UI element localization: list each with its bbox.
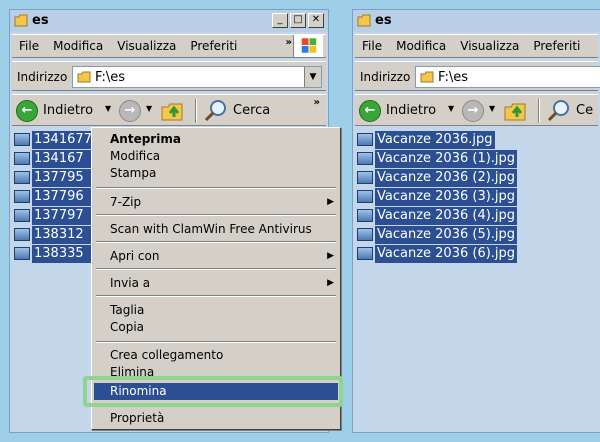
image-file-icon <box>357 228 373 241</box>
folder-up-icon[interactable] <box>503 100 527 122</box>
image-file-icon <box>357 171 373 184</box>
forward-arrow-icon[interactable]: → <box>119 100 141 122</box>
search-button-label[interactable]: Ce <box>576 103 593 118</box>
address-label: Indirizzo <box>360 70 411 84</box>
image-file-icon <box>14 228 30 241</box>
menu-item-send-to[interactable]: Invia a ▶ <box>94 275 338 292</box>
menu-item-edit[interactable]: Modifica <box>94 148 338 165</box>
image-file-icon <box>357 247 373 260</box>
image-file-icon <box>14 247 30 260</box>
menu-item-7zip[interactable]: 7-Zip ▶ <box>94 194 338 211</box>
address-label: Indirizzo <box>17 70 68 84</box>
address-value: F:\es <box>95 70 125 85</box>
forward-arrow-icon[interactable]: → <box>462 100 484 122</box>
image-file-icon <box>14 133 30 146</box>
folder-up-icon[interactable] <box>160 100 184 122</box>
submenu-arrow-icon: ▶ <box>327 278 334 288</box>
menu-item-create-shortcut[interactable]: Crea collegamento <box>94 347 338 364</box>
back-button-label[interactable]: Indietro <box>386 103 436 118</box>
address-dropdown-button[interactable]: ▼ <box>304 67 321 87</box>
address-bar: Indirizzo F:\es ▼ <box>12 61 326 91</box>
menu-separator <box>96 295 336 297</box>
file-list: Vacanze 2036.jpg Vacanze 2036 (1).jpg Va… <box>355 127 598 432</box>
toolbar-separator <box>195 99 197 123</box>
title-bar[interactable]: es _ □ ✕ <box>10 10 328 32</box>
forward-history-chevron-icon[interactable]: ▼ <box>146 104 152 113</box>
menu-preferiti[interactable]: Preferiti <box>526 39 587 53</box>
forward-history-chevron-icon[interactable]: ▼ <box>489 104 495 113</box>
submenu-arrow-icon: ▶ <box>327 197 334 207</box>
maximize-button[interactable]: □ <box>290 13 306 28</box>
folder-icon <box>357 14 371 27</box>
windows-logo-icon <box>293 35 323 57</box>
image-file-icon <box>357 209 373 222</box>
menu-overflow-chevron[interactable]: » <box>286 37 292 48</box>
menu-separator <box>96 187 336 189</box>
close-button[interactable]: ✕ <box>308 13 324 28</box>
menu-item-clamwin-scan[interactable]: Scan with ClamWin Free Antivirus <box>94 221 338 238</box>
folder-icon <box>420 71 434 83</box>
menu-item-preview[interactable]: Anteprima <box>94 131 338 148</box>
search-icon[interactable] <box>204 99 228 123</box>
address-value: F:\es <box>438 70 468 85</box>
toolbar: ← Indietro ▼ → ▼ Cerca » <box>12 94 326 126</box>
menu-separator <box>96 268 336 270</box>
list-item[interactable]: Vacanze 2036 (6).jpg <box>357 244 518 263</box>
window-title: es <box>32 13 49 28</box>
toolbar: ← Indietro ▼ → ▼ Ce <box>355 94 598 126</box>
list-item[interactable]: Vacanze 2036 (4).jpg <box>357 206 518 225</box>
list-item[interactable]: Vacanze 2036 (3).jpg <box>357 187 518 206</box>
folder-icon <box>77 71 91 83</box>
menu-item-copy[interactable]: Copia <box>94 319 338 336</box>
list-item[interactable]: Vacanze 2036 (5).jpg <box>357 225 518 244</box>
submenu-arrow-icon: ▶ <box>327 251 334 261</box>
toolbar-overflow-chevron[interactable]: » <box>314 97 320 108</box>
folder-icon <box>14 14 28 27</box>
menu-item-print[interactable]: Stampa <box>94 165 338 182</box>
menu-visualizza[interactable]: Visualizza <box>453 39 526 53</box>
title-bar[interactable]: es <box>353 10 600 32</box>
back-button-label[interactable]: Indietro <box>43 103 93 118</box>
back-arrow-icon[interactable]: ← <box>359 100 381 122</box>
menu-bar: File Modifica Visualizza Preferiti » <box>12 34 326 58</box>
image-file-icon <box>14 171 30 184</box>
back-history-chevron-icon[interactable]: ▼ <box>105 104 111 113</box>
explorer-window-right: es File Modifica Visualizza Preferiti In… <box>352 9 600 433</box>
search-button-label[interactable]: Cerca <box>233 103 270 118</box>
menu-modifica[interactable]: Modifica <box>46 39 110 53</box>
list-item[interactable]: Vacanze 2036 (2).jpg <box>357 168 518 187</box>
menu-separator <box>96 241 336 243</box>
list-item[interactable]: Vacanze 2036.jpg <box>357 130 495 149</box>
menu-visualizza[interactable]: Visualizza <box>110 39 183 53</box>
menu-file[interactable]: File <box>355 39 389 53</box>
menu-modifica[interactable]: Modifica <box>389 39 453 53</box>
address-field[interactable]: F:\es ▼ <box>72 66 322 88</box>
address-field[interactable]: F:\es <box>415 66 600 88</box>
menu-separator <box>96 341 336 343</box>
list-item[interactable]: Vacanze 2036 (1).jpg <box>357 149 518 168</box>
image-file-icon <box>14 152 30 165</box>
back-arrow-icon[interactable]: ← <box>16 100 38 122</box>
menu-item-cut[interactable]: Taglia <box>94 302 338 319</box>
image-file-icon <box>357 152 373 165</box>
rename-highlight-frame <box>83 376 343 407</box>
minimize-button[interactable]: _ <box>272 13 288 28</box>
menu-item-properties[interactable]: Proprietà <box>94 410 338 427</box>
menu-preferiti[interactable]: Preferiti <box>183 39 244 53</box>
menu-bar: File Modifica Visualizza Preferiti <box>355 34 598 58</box>
menu-item-open-with[interactable]: Apri con ▶ <box>94 248 338 265</box>
search-icon[interactable] <box>547 99 571 123</box>
toolbar-separator <box>538 99 540 123</box>
address-bar: Indirizzo F:\es <box>355 61 600 91</box>
menu-file[interactable]: File <box>12 39 46 53</box>
image-file-icon <box>14 190 30 203</box>
image-file-icon <box>14 209 30 222</box>
back-history-chevron-icon[interactable]: ▼ <box>448 104 454 113</box>
window-title: es <box>375 13 392 28</box>
menu-separator <box>96 214 336 216</box>
image-file-icon <box>357 133 373 146</box>
image-file-icon <box>357 190 373 203</box>
